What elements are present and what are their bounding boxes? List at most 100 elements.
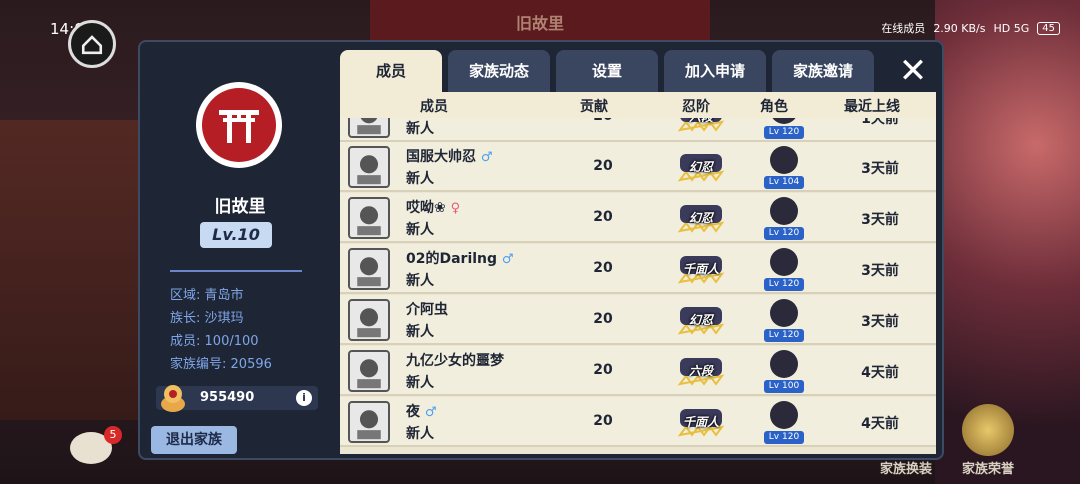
member-avatar[interactable] bbox=[348, 401, 390, 443]
table-header: 成员 贡献 忍阶 角色 最近上线 bbox=[340, 92, 936, 118]
ninja-level-badge: 六段 bbox=[674, 118, 728, 134]
torii-icon bbox=[219, 110, 259, 143]
member-name: 02的Darilng ♂ bbox=[406, 251, 514, 267]
background-scenery-right bbox=[935, 0, 1080, 484]
tab-join-requests[interactable]: 加入申请 bbox=[664, 50, 766, 92]
member-rank: 新人 bbox=[406, 273, 434, 289]
leader-label: 族长: bbox=[170, 311, 201, 326]
last-online: 3天前 bbox=[861, 314, 899, 330]
family-honor-label[interactable]: 家族荣誉 bbox=[962, 458, 1014, 477]
family-panel: 旧故里 Lv.10 区域: 青岛市 族长: 沙琪玛 成员: 100/100 家族… bbox=[138, 40, 944, 460]
member-contribution: 20 bbox=[593, 158, 613, 174]
member-avatar[interactable] bbox=[348, 350, 390, 392]
member-name: 九亿少女的噩梦 bbox=[406, 353, 504, 369]
header-ninja-rank: 忍阶 bbox=[682, 99, 710, 115]
ninja-level-badge: 幻忍 bbox=[674, 150, 728, 184]
background-scenery-left bbox=[0, 120, 140, 420]
header-contribution: 贡献 bbox=[580, 99, 608, 115]
header-role: 角色 bbox=[760, 99, 788, 115]
tab-family-invites[interactable]: 家族邀请 bbox=[772, 50, 874, 92]
region-label: 区域: bbox=[170, 288, 201, 303]
last-online: 1天前 bbox=[861, 118, 899, 127]
role-level: Lv 120 bbox=[764, 278, 804, 291]
member-rank: 新人 bbox=[406, 171, 434, 187]
tab-family-activity[interactable]: 家族动态 bbox=[448, 50, 550, 92]
member-contribution: 20 bbox=[593, 311, 613, 327]
family-level-badge: Lv.10 bbox=[200, 222, 272, 248]
last-online: 3天前 bbox=[861, 161, 899, 177]
character-icon bbox=[770, 350, 798, 378]
table-row[interactable]: 九亿少女的噩梦 新人 20 六段 Lv 100 4天前 bbox=[340, 346, 936, 396]
ninja-level-badge: 六段 bbox=[674, 354, 728, 388]
members-label: 成员: bbox=[170, 334, 201, 349]
quit-family-button[interactable]: 退出家族 bbox=[151, 426, 237, 454]
chat-badge: 5 bbox=[104, 426, 122, 444]
role-level: Lv 120 bbox=[764, 329, 804, 342]
member-avatar[interactable] bbox=[348, 248, 390, 290]
role-level: Lv 100 bbox=[764, 380, 804, 393]
member-rank: 新人 bbox=[406, 426, 434, 442]
table-row[interactable]: 夜 ♂ 新人 20 千面人 Lv 120 4天前 bbox=[340, 397, 936, 447]
leader-value: 沙琪玛 bbox=[204, 311, 244, 326]
gender-icon: ♂ bbox=[424, 405, 437, 420]
chat-button[interactable]: 5 bbox=[70, 426, 122, 470]
character-icon bbox=[770, 146, 798, 174]
ninja-level-badge: 千面人 bbox=[674, 252, 728, 286]
family-skin-label[interactable]: 家族换装 bbox=[880, 458, 932, 477]
family-name: 旧故里 bbox=[214, 197, 266, 217]
family-info-column: 旧故里 Lv.10 区域: 青岛市 族长: 沙琪玛 成员: 100/100 家族… bbox=[140, 42, 340, 458]
member-rank: 新人 bbox=[406, 121, 434, 137]
role-portrait: Lv 120 bbox=[764, 197, 804, 240]
ninja-level-badge: 幻忍 bbox=[674, 303, 728, 337]
divider bbox=[170, 270, 302, 272]
member-name: 哎呦❀ ♀ bbox=[406, 200, 461, 216]
role-portrait: Lv 120 bbox=[764, 401, 804, 444]
last-online: 4天前 bbox=[861, 416, 899, 432]
tab-bar: 成员 家族动态 设置 加入申请 家族邀请 bbox=[340, 50, 874, 92]
member-avatar[interactable] bbox=[348, 118, 390, 138]
tab-settings[interactable]: 设置 bbox=[556, 50, 658, 92]
coin-value: 955490 bbox=[200, 390, 255, 405]
table-row[interactable]: 国服大帅忍 ♂ 新人 20 幻忍 Lv 104 3天前 bbox=[340, 142, 936, 192]
ninja-level-badge: 千面人 bbox=[674, 405, 728, 439]
family-honor-icon[interactable] bbox=[962, 404, 1014, 456]
member-name: 夜 ♂ bbox=[406, 404, 437, 420]
signal-indicator: HD 5G bbox=[993, 21, 1030, 35]
member-avatar[interactable] bbox=[348, 299, 390, 341]
header-member: 成员 bbox=[420, 99, 448, 115]
member-contribution: 20 bbox=[593, 260, 613, 276]
member-avatar[interactable] bbox=[348, 146, 390, 188]
family-id-value: 20596 bbox=[230, 357, 272, 372]
region-value: 青岛市 bbox=[204, 288, 244, 303]
character-icon bbox=[770, 197, 798, 225]
info-icon[interactable]: i bbox=[296, 390, 312, 406]
table-row[interactable]: 哎呦❀ ♀ 新人 20 幻忍 Lv 120 3天前 bbox=[340, 193, 936, 243]
header-last-online: 最近上线 bbox=[844, 99, 900, 115]
battery-icon: 45 bbox=[1037, 21, 1060, 35]
members-table: 成员 贡献 忍阶 角色 最近上线 新人 20 六段 Lv 120 1天前国服大帅忍 ♂ 新… bbox=[340, 92, 936, 454]
character-icon bbox=[770, 401, 798, 429]
table-row[interactable]: 新人 20 六段 Lv 120 1天前 bbox=[340, 118, 936, 142]
table-body[interactable]: 新人20六段Lv 1201天前国服大帅忍 ♂新人20幻忍Lv 1043天前哎呦❀… bbox=[340, 118, 936, 454]
home-button[interactable] bbox=[68, 20, 116, 68]
member-rank: 新人 bbox=[406, 375, 434, 391]
tab-members[interactable]: 成员 bbox=[340, 50, 442, 92]
ninja-level-badge: 幻忍 bbox=[674, 201, 728, 235]
member-contribution: 20 bbox=[593, 413, 613, 429]
last-online: 3天前 bbox=[861, 263, 899, 279]
member-avatar[interactable] bbox=[348, 197, 390, 239]
role-level: Lv 120 bbox=[764, 431, 804, 444]
member-name: 介阿虫 bbox=[406, 302, 448, 318]
table-row[interactable]: 介阿虫 新人 20 幻忍 Lv 120 3天前 bbox=[340, 295, 936, 345]
background-banner-title: 旧故里 bbox=[515, 14, 564, 33]
role-portrait: Lv 120 bbox=[764, 118, 804, 139]
close-button[interactable]: ✕ bbox=[892, 50, 934, 92]
member-contribution: 20 bbox=[593, 362, 613, 378]
character-icon bbox=[770, 118, 798, 124]
role-level: Lv 120 bbox=[764, 126, 804, 139]
role-portrait: Lv 104 bbox=[764, 146, 804, 189]
member-rank: 新人 bbox=[406, 222, 434, 238]
table-row[interactable]: 02的Darilng ♂ 新人 20 千面人 Lv 120 3天前 bbox=[340, 244, 936, 294]
home-icon bbox=[81, 35, 103, 55]
role-portrait: Lv 120 bbox=[764, 248, 804, 291]
